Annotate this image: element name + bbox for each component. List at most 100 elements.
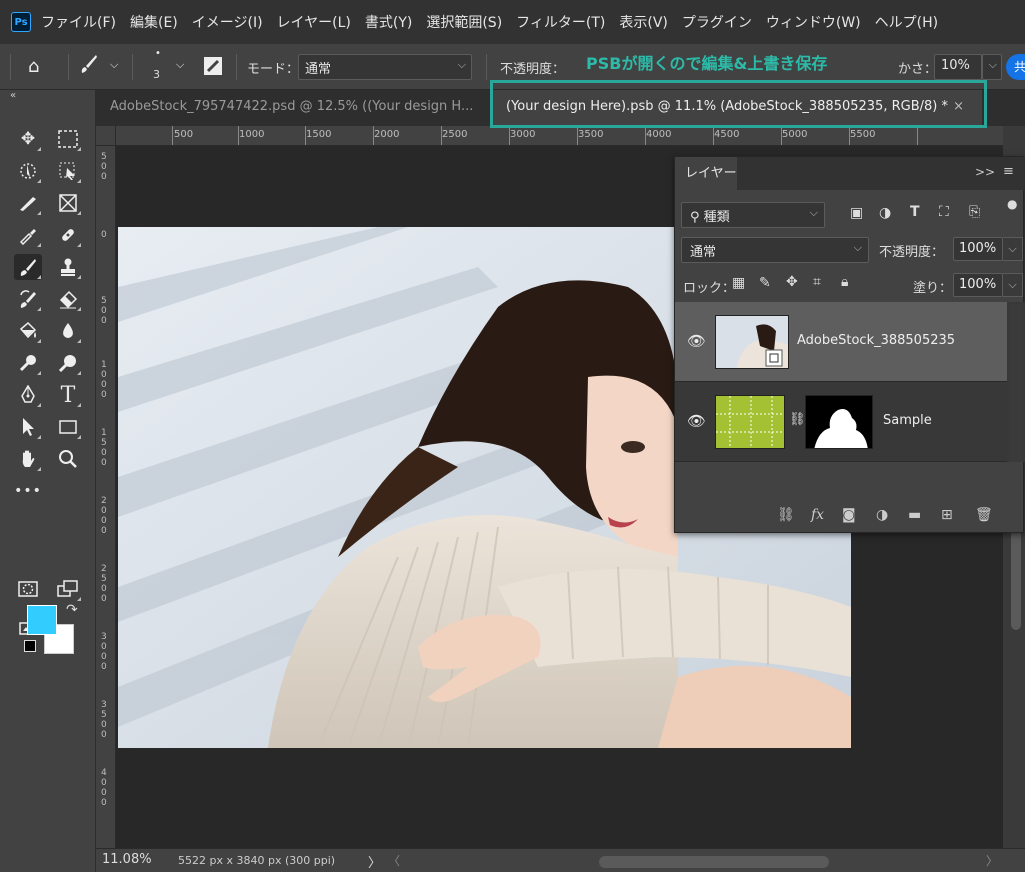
panel-menu-icon[interactable]: ≡ bbox=[1003, 164, 1014, 179]
smoothing-input[interactable]: 10% bbox=[934, 54, 982, 80]
tab-adobestock-psd[interactable]: AdobeStock_795747422.psd @ 12.5% ((Your … bbox=[96, 90, 491, 126]
zoom-level[interactable]: 11.08% bbox=[102, 852, 152, 867]
menu-plugins[interactable]: プラグイン bbox=[682, 12, 752, 32]
scroll-right-icon[interactable]: 〉 bbox=[986, 852, 998, 869]
rectangle-tool-icon[interactable] bbox=[54, 414, 82, 440]
divider bbox=[10, 54, 11, 80]
fill-dropdown[interactable]: ⌵ bbox=[1003, 273, 1023, 297]
menu-layer[interactable]: レイヤー(L) bbox=[277, 12, 351, 32]
lock-pixels-brush-icon[interactable]: ✎ bbox=[759, 275, 771, 291]
collapse-icon[interactable]: « bbox=[10, 90, 16, 101]
clone-stamp-icon[interactable] bbox=[54, 254, 82, 280]
ruler-origin[interactable] bbox=[96, 126, 116, 146]
zoom-blur-search-icon[interactable] bbox=[54, 350, 82, 376]
status-menu-chevron-icon[interactable]: 〉 bbox=[368, 852, 381, 871]
vertical-ruler[interactable]: 5 0 0 0 5 0 0 1 0 0 0 1 5 0 0 2 0 0 0 2 … bbox=[96, 146, 116, 848]
dodge-tool-icon[interactable] bbox=[14, 350, 42, 376]
tab-layers[interactable]: レイヤー bbox=[675, 157, 737, 190]
history-brush-icon[interactable] bbox=[14, 286, 42, 312]
layer-row-adobestock[interactable]: 👁︎ AdobeStock_388505235 bbox=[675, 302, 1007, 382]
layer-row-sample[interactable]: 👁︎ ⛓︎ Sample bbox=[675, 382, 1007, 462]
menu-file[interactable]: ファイル(F) bbox=[41, 12, 116, 32]
lock-position-icon[interactable]: ✥ bbox=[786, 274, 798, 290]
mode-label: モード： bbox=[247, 62, 300, 77]
folder-icon[interactable]: ▬ bbox=[908, 507, 921, 523]
crop-select-icon[interactable] bbox=[54, 158, 82, 184]
vertical-scroll-thumb[interactable] bbox=[1011, 530, 1021, 630]
share-button[interactable]: 共 bbox=[1006, 54, 1025, 80]
foreground-color-swatch[interactable] bbox=[27, 605, 57, 635]
brush-size-value[interactable]: 3 bbox=[153, 68, 160, 81]
healing-brush-icon[interactable] bbox=[54, 222, 82, 248]
object-selection-icon[interactable] bbox=[14, 158, 42, 184]
layer-list-scrollbar[interactable] bbox=[1009, 304, 1023, 462]
brush-settings-icon[interactable] bbox=[203, 56, 223, 81]
menu-image[interactable]: イメージ(I) bbox=[192, 12, 263, 32]
trash-icon[interactable]: 🗑︎ bbox=[975, 507, 993, 523]
paint-bucket-icon[interactable] bbox=[14, 318, 42, 344]
smoothing-dropdown[interactable]: ⌵ bbox=[982, 54, 1002, 80]
divider bbox=[486, 54, 487, 80]
mode-select[interactable]: 通常 ⌵ bbox=[298, 54, 472, 80]
horizontal-scroll-thumb[interactable] bbox=[599, 856, 829, 868]
fx-icon[interactable]: fx bbox=[811, 507, 824, 523]
shape-filter-icon[interactable]: ⛶ bbox=[939, 204, 949, 220]
chevron-down-icon[interactable]: ⌵ bbox=[176, 58, 184, 72]
home-icon[interactable]: ⌂ bbox=[28, 56, 39, 77]
frame-tool-icon[interactable] bbox=[54, 190, 82, 216]
marquee-tool-icon[interactable] bbox=[54, 126, 82, 152]
hand-tool-icon[interactable] bbox=[14, 446, 42, 472]
new-layer-icon[interactable]: ⊞ bbox=[941, 507, 953, 523]
lock-transparent-icon[interactable]: ▦ bbox=[732, 275, 745, 291]
blend-mode-select[interactable]: 通常 ⌵ bbox=[681, 237, 869, 263]
swap-colors-icon[interactable]: ↷ bbox=[66, 602, 78, 618]
panel-expand-icon[interactable]: >> bbox=[975, 165, 995, 179]
link-layers-icon[interactable]: ⛓︎ bbox=[777, 507, 795, 523]
type-filter-icon[interactable]: T bbox=[910, 204, 920, 220]
type-tool-icon[interactable]: T bbox=[54, 382, 82, 408]
default-colors-icon[interactable] bbox=[24, 640, 36, 652]
horizontal-ruler[interactable]: 500 1000 1500 2000 2500 3000 3500 4000 4… bbox=[116, 126, 1003, 146]
zoom-tool-icon[interactable] bbox=[54, 446, 82, 472]
menu-select[interactable]: 選択範囲(S) bbox=[426, 12, 502, 32]
more-tools-icon[interactable]: ••• bbox=[14, 478, 42, 504]
adjustment-layer-icon[interactable]: ◑ bbox=[876, 507, 888, 523]
link-icon[interactable]: ⛓︎ bbox=[789, 412, 806, 427]
adjustment-filter-icon[interactable]: ◑ bbox=[879, 205, 891, 221]
pixel-filter-icon[interactable]: ▣ bbox=[850, 205, 863, 221]
menu-type[interactable]: 書式(Y) bbox=[365, 12, 412, 32]
move-tool-icon[interactable]: ✥ bbox=[14, 126, 42, 152]
scroll-left-icon[interactable]: 〈 bbox=[388, 852, 400, 869]
layer-mask-thumbnail[interactable] bbox=[805, 395, 873, 449]
fill-input[interactable]: 100% bbox=[953, 273, 1003, 297]
smart-object-filter-icon[interactable]: ⎘ bbox=[969, 204, 980, 220]
ruler-label: 4 0 0 0 bbox=[101, 768, 107, 808]
lock-artboard-icon[interactable]: ⌗ bbox=[813, 274, 821, 290]
lock-all-icon[interactable]: 🔒︎ bbox=[841, 274, 848, 290]
blur-tool-icon[interactable] bbox=[54, 318, 82, 344]
layer-filter-select[interactable]: ⚲ 種類 ⌵ bbox=[681, 202, 825, 228]
layer-name[interactable]: AdobeStock_388505235 bbox=[797, 333, 955, 348]
add-mask-icon[interactable]: ◙ bbox=[842, 507, 856, 523]
brush-preset-icon[interactable] bbox=[80, 54, 98, 79]
brush-tool-icon[interactable] bbox=[14, 254, 42, 280]
pen-tool-icon[interactable] bbox=[14, 382, 42, 408]
eraser-tool-icon[interactable] bbox=[54, 286, 82, 312]
filter-toggle-icon[interactable]: ● bbox=[1007, 197, 1017, 211]
eyedropper-tool-icon[interactable] bbox=[14, 222, 42, 248]
lasso-tool-icon[interactable] bbox=[14, 190, 42, 216]
chevron-down-icon[interactable]: ⌵ bbox=[110, 58, 118, 72]
opacity-input[interactable]: 100% bbox=[953, 237, 1003, 261]
menu-view[interactable]: 表示(V) bbox=[619, 12, 668, 32]
menu-filter[interactable]: フィルター(T) bbox=[516, 12, 605, 32]
visibility-eye-icon[interactable]: 👁︎ bbox=[687, 332, 706, 350]
opacity-dropdown[interactable]: ⌵ bbox=[1003, 237, 1023, 261]
menu-window[interactable]: ウィンドウ(W) bbox=[766, 12, 861, 32]
screen-mode-icon[interactable] bbox=[54, 576, 82, 602]
quick-mask-icon[interactable] bbox=[14, 576, 42, 602]
layer-name[interactable]: Sample bbox=[883, 413, 932, 428]
menu-help[interactable]: ヘルプ(H) bbox=[875, 12, 938, 32]
visibility-eye-icon[interactable]: 👁︎ bbox=[687, 412, 706, 430]
menu-edit[interactable]: 編集(E) bbox=[130, 12, 178, 32]
path-selection-icon[interactable] bbox=[14, 414, 42, 440]
